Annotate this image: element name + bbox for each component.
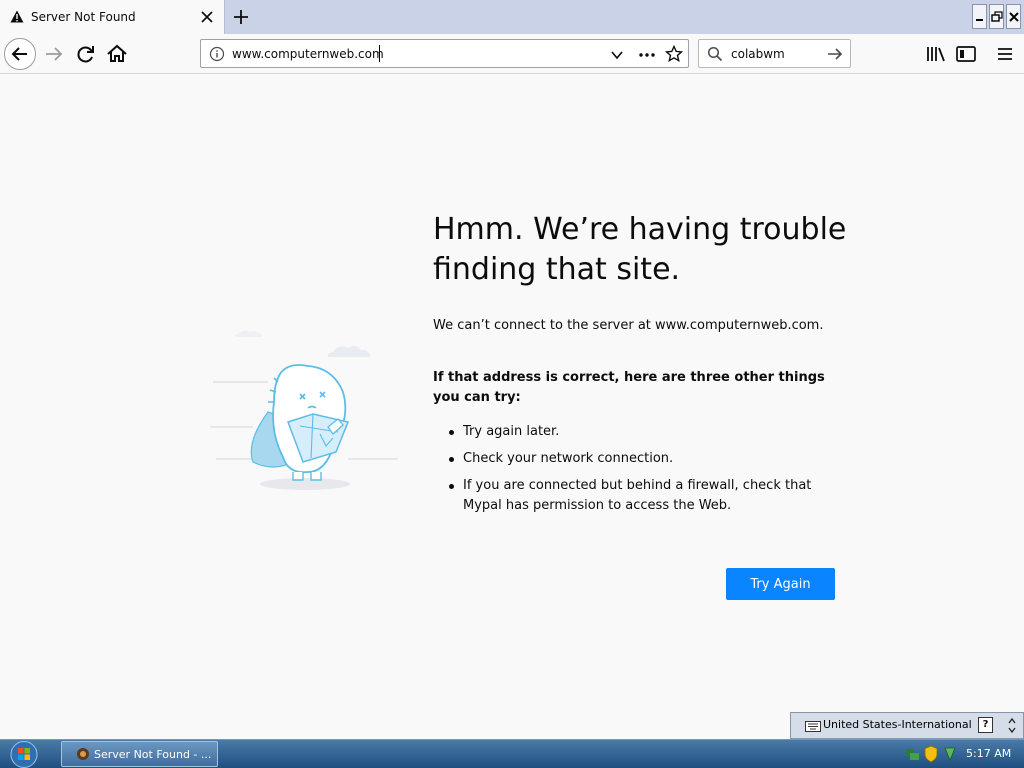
chevron-down-icon[interactable] bbox=[609, 47, 625, 63]
start-button-icon[interactable] bbox=[9, 740, 39, 768]
menu-icon[interactable] bbox=[991, 40, 1019, 68]
suggestion-item: If you are connected but behind a firewa… bbox=[447, 476, 847, 516]
warning-icon bbox=[10, 10, 24, 23]
reload-icon[interactable] bbox=[72, 40, 100, 68]
info-icon[interactable] bbox=[209, 46, 225, 62]
action-center-icon[interactable] bbox=[942, 745, 958, 763]
suggestions-list: Try again later. Check your network conn… bbox=[447, 422, 847, 523]
tab-strip: Server Not Found bbox=[0, 0, 1024, 34]
window-close-button[interactable] bbox=[1006, 4, 1021, 29]
taskbar-item-browser[interactable]: Server Not Found - ... bbox=[61, 741, 218, 767]
navigation-toolbar: www.computernweb.com colabwm bbox=[0, 34, 1024, 74]
suggestion-item: Check your network connection. bbox=[447, 449, 847, 469]
forward-icon[interactable] bbox=[40, 40, 68, 68]
back-button[interactable] bbox=[4, 38, 36, 70]
restore-button[interactable] bbox=[989, 4, 1004, 29]
close-icon[interactable] bbox=[199, 9, 215, 25]
home-icon[interactable] bbox=[103, 40, 131, 68]
text-caret bbox=[379, 45, 380, 62]
search-input[interactable]: colabwm bbox=[731, 47, 785, 61]
page-title: Hmm. We’re having trouble finding that s… bbox=[433, 212, 847, 287]
more-icon[interactable] bbox=[637, 47, 657, 63]
minimize-icon bbox=[976, 19, 983, 21]
close-window-icon bbox=[1009, 12, 1019, 22]
error-description: We can’t connect to the server at www.co… bbox=[433, 318, 824, 333]
url-bar[interactable]: www.computernweb.com bbox=[200, 39, 689, 68]
search-icon bbox=[707, 46, 723, 62]
taskbar-item-label: Server Not Found - ... bbox=[94, 748, 212, 761]
tab-server-not-found[interactable]: Server Not Found bbox=[0, 0, 225, 34]
dinosaur-illustration bbox=[210, 330, 398, 490]
search-bar[interactable]: colabwm bbox=[698, 39, 851, 68]
language-bar[interactable]: United States-International ? bbox=[790, 712, 1024, 739]
restore-icon bbox=[991, 11, 1003, 22]
tab-title: Server Not Found bbox=[31, 10, 136, 24]
library-icon[interactable] bbox=[922, 40, 950, 68]
scroll-arrows-icon[interactable] bbox=[1007, 716, 1017, 735]
clock-time[interactable]: 5:17 AM bbox=[966, 747, 1011, 760]
suggestion-item: Try again later. bbox=[447, 422, 847, 442]
browser-app-icon bbox=[77, 748, 89, 760]
keyboard-icon bbox=[805, 721, 821, 732]
taskbar: Server Not Found - ... 5:17 AM bbox=[0, 739, 1024, 768]
minimize-button[interactable] bbox=[972, 4, 987, 29]
new-tab-icon[interactable] bbox=[231, 7, 251, 27]
try-again-button[interactable]: Try Again bbox=[726, 568, 835, 600]
help-icon[interactable]: ? bbox=[978, 717, 993, 733]
language-label[interactable]: United States-International bbox=[823, 718, 972, 731]
url-text[interactable]: www.computernweb.com bbox=[232, 47, 384, 61]
star-icon[interactable] bbox=[665, 45, 683, 63]
go-arrow-icon[interactable] bbox=[826, 45, 844, 63]
sidebar-icon[interactable] bbox=[952, 40, 980, 68]
network-icon[interactable] bbox=[904, 746, 920, 762]
shield-icon[interactable] bbox=[924, 745, 938, 763]
suggestions-heading: If that address is correct, here are thr… bbox=[433, 370, 825, 405]
back-icon bbox=[11, 47, 27, 61]
